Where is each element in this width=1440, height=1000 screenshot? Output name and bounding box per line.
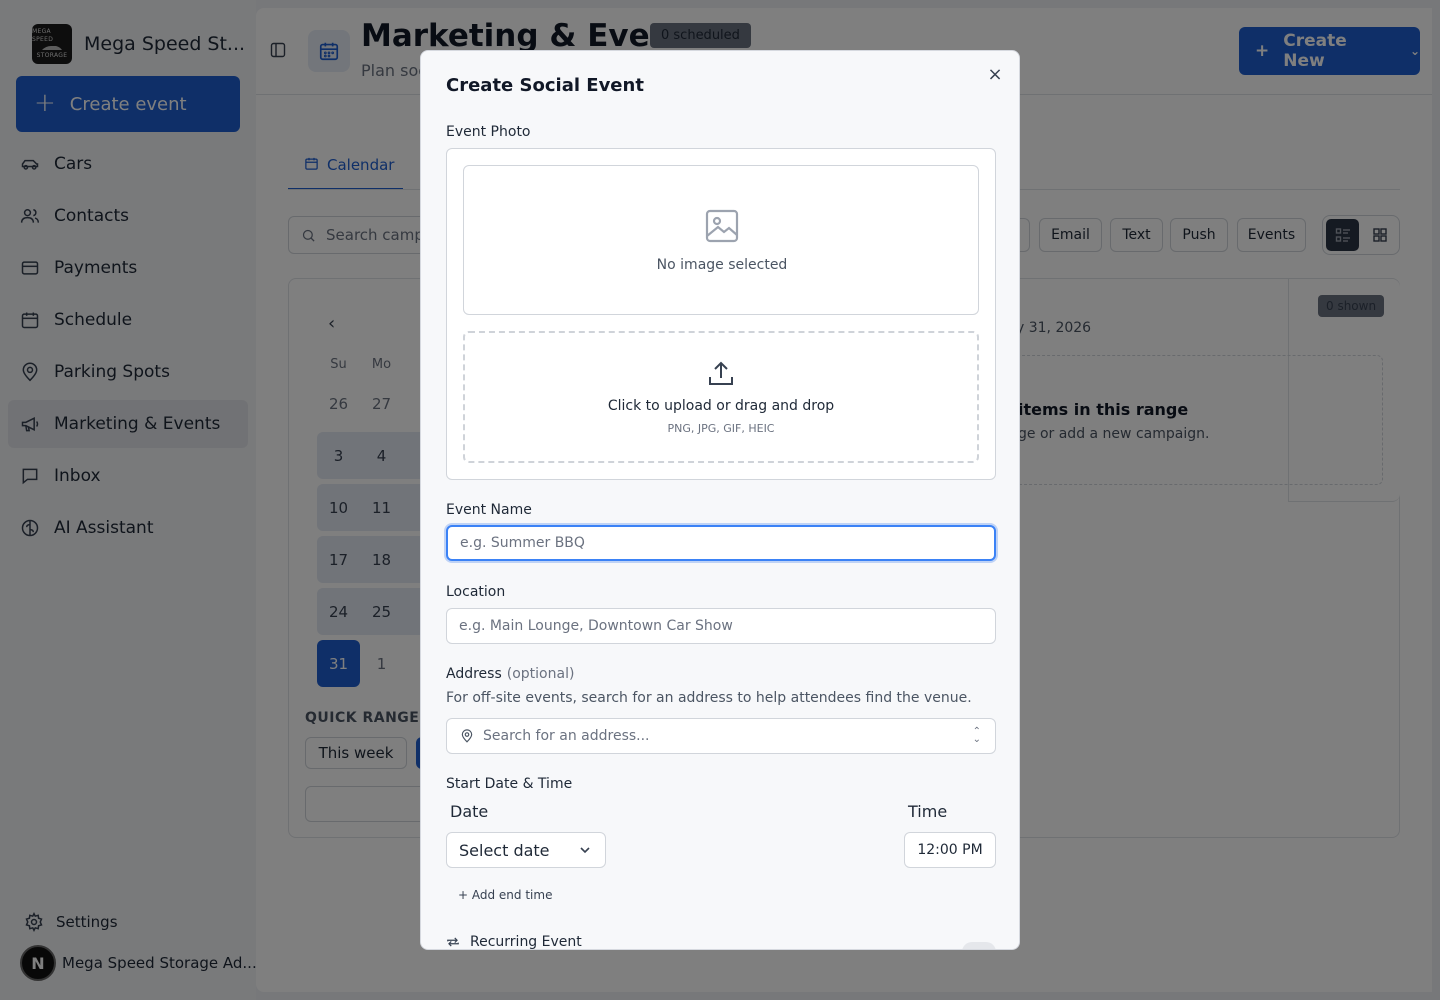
- event-photo-frame: No image selected Click to upload or dra…: [446, 148, 996, 480]
- address-placeholder: Search for an address...: [483, 728, 650, 744]
- create-social-event-dialog: Create Social Event × Event Photo No ima…: [420, 50, 1020, 950]
- address-helper-text: For off-site events, search for an addre…: [446, 690, 972, 706]
- upload-dropzone[interactable]: Click to upload or drag and drop PNG, JP…: [463, 331, 979, 463]
- start-date-time-label: Start Date & Time: [446, 776, 573, 792]
- address-search-combobox[interactable]: Search for an address... ⌃ ⌄: [446, 718, 996, 754]
- chevron-down-icon: [580, 847, 590, 854]
- chevrons-up-down-icon: ⌃ ⌄: [972, 726, 981, 745]
- event-name-input[interactable]: [446, 525, 996, 561]
- event-name-label: Event Name: [446, 502, 532, 518]
- repeat-icon: [447, 937, 459, 947]
- date-label: Date: [450, 802, 489, 821]
- image-preview: No image selected: [463, 165, 979, 315]
- dialog-title: Create Social Event: [446, 75, 644, 96]
- address-label-row: Address (optional): [446, 666, 574, 682]
- upload-text: Click to upload or drag and drop: [607, 398, 835, 414]
- date-select-value: Select date: [459, 840, 550, 860]
- image-placeholder-icon: [705, 209, 739, 243]
- recurring-toggle[interactable]: [962, 942, 996, 949]
- recurring-event-label: Recurring Event: [470, 934, 582, 950]
- optional-tag: (optional): [506, 666, 575, 682]
- location-label: Location: [446, 584, 506, 600]
- time-input[interactable]: 12:00 PM: [904, 832, 996, 868]
- no-image-text: No image selected: [656, 257, 788, 273]
- close-icon[interactable]: ×: [987, 66, 1003, 84]
- time-label: Time: [908, 802, 948, 821]
- location-input[interactable]: [446, 608, 996, 644]
- address-label: Address: [446, 666, 502, 682]
- upload-icon: [709, 361, 733, 385]
- map-pin-icon: [461, 729, 473, 743]
- recurring-event-row: Recurring Event: [446, 934, 582, 950]
- date-select[interactable]: Select date: [446, 832, 606, 868]
- event-photo-label: Event Photo: [446, 124, 531, 140]
- upload-hint: PNG, JPG, GIF, HEIC: [667, 422, 775, 435]
- add-end-time-button[interactable]: + Add end time: [458, 888, 552, 902]
